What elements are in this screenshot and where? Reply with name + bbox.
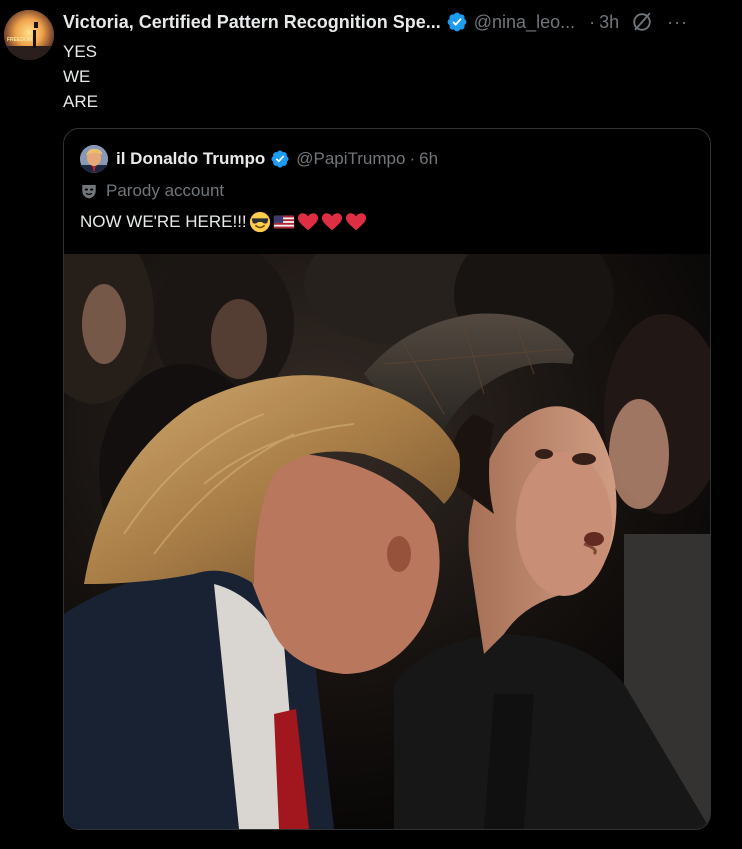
separator-dot: · — [409, 149, 416, 168]
quoted-tweet[interactable]: il Donaldo Trumpo @PapiTrumpo · 6h Parod… — [63, 128, 711, 830]
quoted-tweet-timestamp[interactable]: 6h — [419, 149, 438, 169]
red-heart-icon — [297, 213, 318, 231]
quoted-author-avatar[interactable] — [80, 145, 108, 173]
parody-label-text: Parody account — [106, 181, 225, 200]
verified-badge-icon[interactable] — [446, 11, 468, 33]
separator-dot: · — [589, 11, 596, 32]
quoted-author-display-name[interactable]: il Donaldo Trumpo — [116, 149, 265, 169]
flag-united-states-icon — [273, 215, 294, 229]
parody-label: Parody account — [80, 179, 224, 203]
quoted-tweet-photo[interactable] — [64, 254, 710, 829]
quoted-author-handle[interactable]: @PapiTrumpo — [296, 149, 405, 169]
tweet-text-line: YES — [63, 42, 98, 61]
parody-mask-icon — [82, 185, 96, 199]
smiling-face-with-sunglasses-icon — [249, 211, 270, 233]
verified-badge-icon[interactable] — [270, 149, 290, 169]
grok-icon[interactable] — [631, 11, 653, 33]
quoted-tweet-header: il Donaldo Trumpo @PapiTrumpo · 6h — [80, 145, 438, 173]
quoted-tweet-text: NOW WE'RE HERE!!! — [80, 209, 367, 235]
tweet-text-line: WE — [63, 67, 91, 86]
red-heart-icon — [321, 213, 342, 231]
more-options-icon[interactable]: ··· — [667, 13, 688, 31]
author-avatar[interactable]: FREEDOM — [4, 10, 54, 60]
tweet-text: YES WE ARE — [63, 39, 98, 114]
red-heart-icon — [345, 213, 366, 231]
author-display-name[interactable]: Victoria, Certified Pattern Recognition … — [63, 12, 441, 33]
bottom-spacer — [63, 842, 709, 849]
tweet-header: Victoria, Certified Pattern Recognition … — [63, 10, 733, 34]
avatar-logo-text: FREEDOM — [7, 37, 32, 43]
quoted-tweet-text-content: NOW WE'RE HERE!!! — [80, 212, 247, 231]
tweet-timestamp[interactable]: 3h — [599, 12, 619, 33]
author-handle[interactable]: @nina_leo... — [474, 12, 575, 33]
tweet[interactable]: FREEDOM Victoria, Certified Pattern Reco… — [0, 0, 742, 849]
tweet-text-line: ARE — [63, 92, 98, 111]
